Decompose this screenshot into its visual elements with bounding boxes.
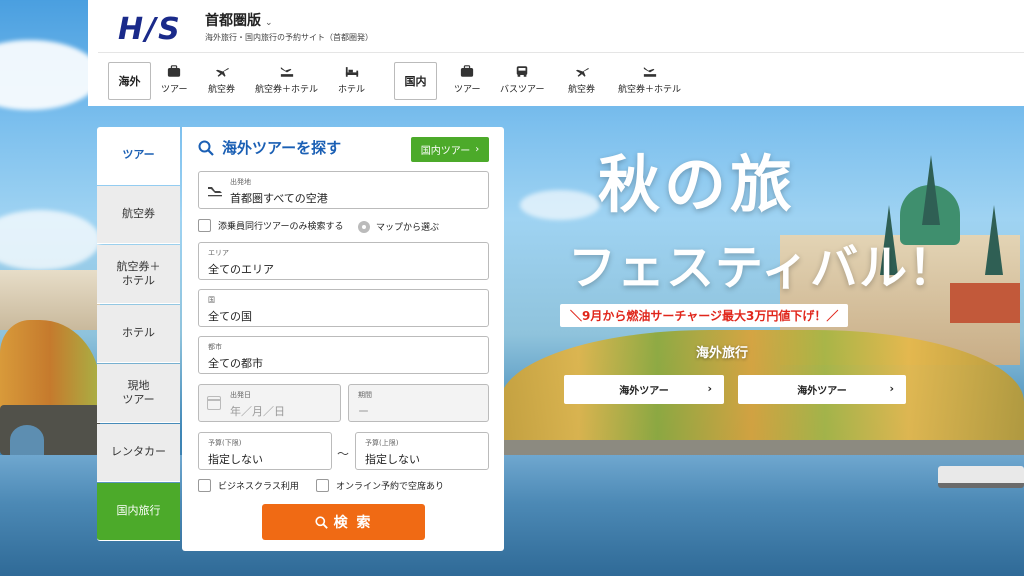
plane-icon <box>208 187 222 197</box>
online-booking-label: オンライン予約で空席あり <box>336 482 445 492</box>
departure-field[interactable]: 出発地 首都圏すべての空港 <box>198 171 489 209</box>
area-value: 全てのエリア <box>208 263 274 276</box>
plane-bed-icon <box>642 64 658 78</box>
date-label: 出発日 <box>230 391 251 399</box>
nav-label: 航空券＋ホテル <box>255 85 319 95</box>
search-icon <box>198 140 214 156</box>
nav-domestic-bus[interactable]: バスツアー <box>500 64 544 95</box>
area-label: エリア <box>208 249 229 257</box>
country-label: 国 <box>208 296 215 304</box>
checkbox-box[interactable] <box>198 479 211 492</box>
city-value: 全ての都市 <box>208 357 263 370</box>
panel-title-text: 海外ツアーを探す <box>222 139 342 157</box>
escort-only-checkbox[interactable]: 添乗員同行ツアーのみ検索する <box>198 219 343 232</box>
plane-icon <box>574 64 590 78</box>
map-select-link[interactable]: マップから選ぶ <box>358 220 439 233</box>
calendar-icon <box>207 396 221 410</box>
site-tagline: 海外旅行・国内旅行の予約サイト（首都圏発） <box>205 33 373 42</box>
departure-value: 首都圏すべての空港 <box>230 192 328 205</box>
suitcase-icon <box>166 64 182 78</box>
escort-only-label: 添乗員同行ツアーのみ検索する <box>218 222 344 232</box>
nav-tab-domestic[interactable]: 国内 <box>394 62 437 100</box>
suitcase-icon <box>459 64 475 78</box>
budget-max-label: 予算(上限) <box>365 439 399 447</box>
side-tab-domestic-travel[interactable]: 国内旅行 <box>97 483 180 541</box>
side-tab-air-hotel[interactable]: 航空券＋ ホテル <box>97 245 180 304</box>
side-tab-air[interactable]: 航空券 <box>97 186 180 244</box>
nav-overseas-tour[interactable]: ツアー <box>161 64 187 95</box>
budget-min-value: 指定しない <box>208 453 263 466</box>
budget-min-select[interactable]: 予算(下限) 指定しない <box>198 432 332 470</box>
nav-domestic-air-hotel[interactable]: 航空券＋ホテル <box>618 64 681 95</box>
promo-label: 海外旅行 <box>696 346 749 361</box>
city-select[interactable]: 都市 全ての都市 <box>198 336 489 374</box>
nav-label: ツアー <box>454 85 481 95</box>
nav-overseas-air-hotel[interactable]: 航空券＋ホテル <box>255 64 318 95</box>
country-select[interactable]: 国 全ての国 <box>198 289 489 327</box>
nav-tab-overseas[interactable]: 海外 <box>108 62 151 100</box>
domestic-tour-button[interactable]: 国内ツアー › <box>411 137 489 162</box>
promo-overseas-tour-button-2[interactable]: 海外ツアー › <box>738 375 906 404</box>
nav-label: 航空券 <box>568 85 596 95</box>
tour-search-panel: 海外ツアーを探す 国内ツアー › 出発地 首都圏すべての空港 添乗員同行ツアーの… <box>182 127 504 551</box>
checkbox-box[interactable] <box>198 219 211 232</box>
date-placeholder: 年／月／日 <box>230 405 285 418</box>
promo-note: ＼9月から燃油サーチャージ最大3万円値下げ！／ <box>560 304 849 327</box>
side-tab-hotel[interactable]: ホテル <box>97 305 180 363</box>
bus-icon <box>514 64 530 78</box>
panel-title: 海外ツアーを探す <box>198 137 341 158</box>
nav-overseas-air[interactable]: 航空券 <box>208 64 235 95</box>
site-header: H/S 首都圏版 ⌄ 海外旅行・国内旅行の予約サイト（首都圏発） 海外 ツアー 航… <box>88 0 1024 106</box>
bed-icon <box>344 64 360 78</box>
departure-date-input[interactable]: 出発日 年／月／日 <box>198 384 341 422</box>
budget-max-select[interactable]: 予算(上限) 指定しない <box>355 432 489 470</box>
search-button-label: 検 索 <box>333 515 373 531</box>
side-tab-tour[interactable]: ツアー <box>97 127 180 185</box>
area-select[interactable]: エリア 全てのエリア <box>198 242 489 280</box>
nav-domestic-tour[interactable]: ツアー <box>454 64 480 95</box>
chevron-right-icon: › <box>889 382 894 395</box>
nav-overseas-hotel[interactable]: ホテル <box>338 64 365 95</box>
period-placeholder: ー <box>358 405 369 418</box>
promo-subtitle: フェスティバル！ <box>568 240 958 296</box>
promo-overseas-tour-button-1[interactable]: 海外ツアー › <box>564 375 724 404</box>
checkbox-box[interactable] <box>316 479 329 492</box>
business-class-checkbox[interactable]: ビジネスクラス利用 <box>198 479 299 492</box>
nav-domestic-air[interactable]: 航空券 <box>568 64 595 95</box>
map-pin-icon <box>358 220 370 233</box>
business-class-label: ビジネスクラス利用 <box>218 482 299 492</box>
nav-label: 航空券 <box>208 85 236 95</box>
side-tab-local-tour[interactable]: 現地 ツアー <box>97 364 180 423</box>
range-tilde: ～ <box>337 447 350 461</box>
promo-button-label: 海外ツアー <box>797 386 847 397</box>
nav-label: ツアー <box>161 85 188 95</box>
domestic-tour-label: 国内ツアー <box>420 146 471 157</box>
budget-max-value: 指定しない <box>365 453 420 466</box>
chevron-right-icon: › <box>475 144 480 155</box>
map-select-label: マップから選ぶ <box>376 223 440 233</box>
online-booking-checkbox[interactable]: オンライン予約で空席あり <box>316 479 444 492</box>
plane-icon <box>214 64 230 78</box>
budget-min-label: 予算(下限) <box>208 439 242 447</box>
search-button[interactable]: 検 索 <box>262 504 425 540</box>
nav-label: バスツアー <box>500 85 545 95</box>
city-label: 都市 <box>208 343 222 351</box>
chevron-down-icon: ⌄ <box>265 18 273 28</box>
country-value: 全ての国 <box>208 310 252 323</box>
region-label: 首都圏版 <box>205 13 261 29</box>
promo-button-label: 海外ツアー <box>619 386 669 397</box>
promo-title: 秋の旅 <box>598 148 797 221</box>
plane-bed-icon <box>279 64 295 78</box>
departure-label: 出発地 <box>230 178 251 186</box>
chevron-right-icon: › <box>707 382 712 395</box>
region-selector[interactable]: 首都圏版 ⌄ <box>205 10 273 30</box>
period-select[interactable]: 期間 ー <box>348 384 489 422</box>
side-tab-rental-car[interactable]: レンタカー <box>97 424 180 482</box>
period-label: 期間 <box>358 391 372 399</box>
nav-label: 航空券＋ホテル <box>618 85 682 95</box>
search-icon <box>314 515 328 529</box>
his-logo[interactable]: H/S <box>118 12 182 47</box>
nav-label: ホテル <box>338 85 366 95</box>
header-divider <box>98 52 1024 53</box>
